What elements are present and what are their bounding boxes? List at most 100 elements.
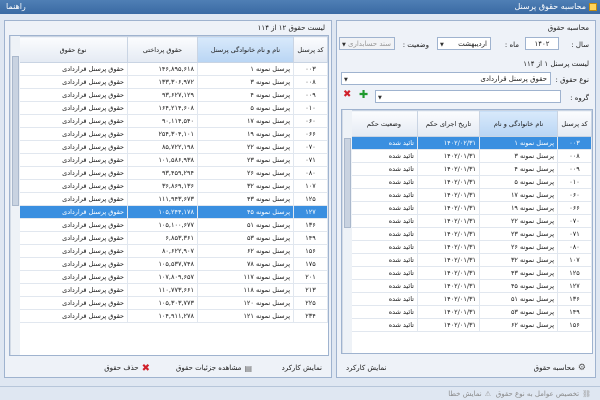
year-input[interactable]: ۱۴۰۲ <box>525 37 559 50</box>
table-row[interactable]: ۱۷۵ پرسنل نمونه ۷۸ ۱۰۵,۵۳۷,۷۴۸ حقوق پرسنل ق… <box>18 257 328 271</box>
table-cell: پرسنل نمونه ۳۲ <box>479 253 558 267</box>
table-row[interactable]: ۱۴۹ پرسنل نمونه ۵۳ ۶,۸۵۳,۳۶۱ حقوق پرسنل قرا… <box>18 231 328 245</box>
table-cell: ۰۸۰ <box>293 166 328 180</box>
table-row[interactable]: ۱۲۵ پرسنل نمونه ۴۳ ۱۱۱,۹۴۳,۶۷۳ حقوق پرسنل ق… <box>18 192 328 206</box>
col-full-name[interactable]: نام خانوادگی و نام <box>479 110 558 137</box>
col-salary-name[interactable]: نام و نام خانوادگی پرسنل <box>197 36 294 63</box>
chevron-down-icon[interactable]: ▼ <box>344 77 348 83</box>
month-select[interactable]: اردیبهشت ▼ <box>437 37 491 50</box>
col-personnel-code[interactable]: کد پرسنل <box>557 110 592 137</box>
show-function-label: نمایش کارکرد <box>281 364 322 372</box>
table-row[interactable]: ۰۷۰ پرسنل نمونه ۲۲ ۱۴۰۲/۰۱/۳۱ تائید شده <box>350 214 592 228</box>
add-icon[interactable]: ✚ <box>359 88 368 101</box>
table-row[interactable]: ۰۶۶ پرسنل نمونه ۱۹ ۱۴۰۲/۰۱/۳۱ تائید شده <box>350 201 592 215</box>
show-error-button[interactable]: ⚠ نمایش خطا <box>445 387 494 400</box>
personnel-scrollbar[interactable] <box>342 110 352 353</box>
table-row[interactable]: ۱۳۶ پرسنل نمونه ۵۱ ۱۴۰۲/۰۱/۳۱ تائید شده <box>350 292 592 306</box>
table-cell: ۰۸۰ <box>557 240 592 254</box>
table-row[interactable]: ۰۶۶ پرسنل نمونه ۱۹ ۲۵۴,۳۰۴,۱۰۱ حقوق پرسنل ق… <box>18 127 328 141</box>
link-icon: ⛓ <box>582 390 591 398</box>
chevron-down-icon[interactable]: ▼ <box>342 42 346 48</box>
table-cell: ۱۴۰۲/۰۱/۳۱ <box>417 292 480 306</box>
table-row[interactable]: ۰۰۳ پرسنل نمونه ۱ ۱۴۰۲/۰۲/۳۱ تائید شده <box>350 136 592 150</box>
chevron-down-icon[interactable]: ▼ <box>378 95 382 101</box>
table-cell: پرسنل نمونه ۵۱ <box>197 218 294 232</box>
table-row[interactable]: ۱۵۶ پرسنل نمونه ۶۲ ۱۴۰۲/۰۱/۳۱ تائید شده <box>350 318 592 332</box>
table-row[interactable]: ۰۷۱ پرسنل نمونه ۲۳ ۱۰۱,۵۸۶,۹۳۸ حقوق پرسنل ق… <box>18 153 328 167</box>
app-icon <box>589 3 597 11</box>
table-cell: ۱۴۰۲/۰۱/۳۱ <box>417 227 480 241</box>
table-cell: ۲۲۵ <box>293 296 328 310</box>
table-row[interactable]: ۰۸۰ پرسنل نمونه ۲۶ ۹۳,۴۵۹,۲۹۴ حقوق پرسنل قر… <box>18 166 328 180</box>
table-row[interactable]: ۰۷۰ پرسنل نمونه ۲۲ ۸۵,۷۲۲,۱۹۸ حقوق پرسنل قر… <box>18 140 328 154</box>
delete-salary-button[interactable]: ✖ حذف حقوق <box>101 361 153 375</box>
table-cell: ۹۳,۴۵۹,۲۹۴ <box>127 166 198 180</box>
table-row[interactable]: ۱۲۷ پرسنل نمونه ۴۵ ۱۴۰۲/۰۱/۳۱ تائید شده <box>350 279 592 293</box>
table-cell: تائید شده <box>350 201 418 215</box>
status-select[interactable]: سند حسابداری ▼ <box>339 37 395 50</box>
table-row[interactable]: ۰۰۹ پرسنل نمونه ۴ ۹۳,۶۲۷,۱۲۹ حقوق پرسنل قرا… <box>18 88 328 102</box>
table-row[interactable]: ۰۰۸ پرسنل نمونه ۳ ۱۴۰۲/۰۱/۳۱ تائید شده <box>350 149 592 163</box>
col-order-status[interactable]: وضعیت حکم <box>350 110 418 137</box>
table-row[interactable]: ۰۰۸ پرسنل نمونه ۳ ۱۳۳,۳۰۶,۹۷۲ حقوق پرسنل قر… <box>18 75 328 89</box>
table-row[interactable]: ۱۴۹ پرسنل نمونه ۵۳ ۱۴۰۲/۰۱/۳۱ تائید شده <box>350 305 592 319</box>
table-cell: ۳۶,۸۶۹,۱۳۶ <box>127 179 198 193</box>
table-cell: تائید شده <box>350 305 418 319</box>
table-row[interactable]: ۰۱۰ پرسنل نمونه ۵ ۱۶۴,۲۱۴,۶۰۸ حقوق پرسنل قر… <box>18 101 328 115</box>
col-order-date[interactable]: تاریخ اجرای حکم <box>417 110 480 137</box>
table-row[interactable]: ۰۷۱ پرسنل نمونه ۲۳ ۱۴۰۲/۰۱/۳۱ تائید شده <box>350 227 592 241</box>
table-cell: ۰۷۱ <box>293 153 328 167</box>
table-row[interactable]: ۱۲۵ پرسنل نمونه ۴۳ ۱۴۰۲/۰۱/۳۱ تائید شده <box>350 266 592 280</box>
table-row[interactable]: ۰۱۰ پرسنل نمونه ۵ ۱۴۰۲/۰۱/۳۱ تائید شده <box>350 175 592 189</box>
scroll-thumb[interactable] <box>12 56 19 206</box>
col-paid-salary[interactable]: حقوق پرداختی <box>127 36 198 63</box>
table-row[interactable]: ۱۵۶ پرسنل نمونه ۶۲ ۸۰,۶۲۲,۹۰۷ حقوق پرسنل قر… <box>18 244 328 258</box>
calc-salary-button[interactable]: ⚙ محاسبه حقوق <box>531 361 589 375</box>
table-row[interactable]: ۰۶۰ پرسنل نمونه ۱۷ ۱۴۰۲/۰۱/۳۱ تائید شده <box>350 188 592 202</box>
show-error-label: نمایش خطا <box>448 390 482 398</box>
table-cell: تائید شده <box>350 136 418 150</box>
chevron-down-icon[interactable]: ▼ <box>440 42 444 48</box>
table-row[interactable]: ۲۲۵ پرسنل نمونه ۱۲۰ ۱۰۵,۳۰۳,۷۷۳ حقوق پرسنل … <box>18 296 328 310</box>
table-cell: ۱۵۶ <box>293 244 328 258</box>
table-cell: ۱۰۷,۸۰۹,۶۵۷ <box>127 270 198 284</box>
table-row[interactable]: ۱۲۷ پرسنل نمونه ۴۵ ۱۰۵,۲۴۴,۱۷۸ حقوق پرسنل ق… <box>18 205 328 219</box>
table-cell: ۰۰۹ <box>293 88 328 102</box>
salary-scrollbar[interactable] <box>10 36 20 355</box>
table-cell: ۱۶۴,۲۱۴,۶۰۸ <box>127 101 198 115</box>
table-cell: ۶,۸۵۳,۳۶۱ <box>127 231 198 245</box>
salary-details-button[interactable]: ▤ مشاهده جزئیات حقوق <box>173 361 255 375</box>
table-row[interactable]: ۲۰۱ پرسنل نمونه ۱۱۷ ۱۰۷,۸۰۹,۶۵۷ حقوق پرسنل … <box>18 270 328 284</box>
table-row[interactable]: ۰۰۳ پرسنل نمونه ۱ ۱۴۶,۸۹۵,۶۱۸ حقوق پرسنل قر… <box>18 62 328 76</box>
table-cell: ۰۰۸ <box>293 75 328 89</box>
table-cell: حقوق پرسنل قراردادی <box>18 192 128 206</box>
table-row[interactable]: ۲۱۳ پرسنل نمونه ۱۱۸ ۱۱۰,۷۷۳,۶۶۱ حقوق پرسنل … <box>18 283 328 297</box>
table-row[interactable]: ۰۶۰ پرسنل نمونه ۱۷ ۹۰,۱۱۴,۵۴۰ حقوق پرسنل قر… <box>18 114 328 128</box>
table-row[interactable]: ۰۰۹ پرسنل نمونه ۴ ۱۴۰۲/۰۱/۳۱ تائید شده <box>350 162 592 176</box>
show-function-button-right[interactable]: نمایش کارکرد <box>279 361 325 375</box>
month-label: ماه : <box>504 41 519 49</box>
salary-type-select[interactable]: حقوق پرسنل قراردادی ▼ <box>341 72 551 85</box>
table-cell: ۱۱۱,۹۴۳,۶۷۳ <box>127 192 198 206</box>
group-select[interactable]: ▼ <box>375 90 561 103</box>
table-row[interactable]: ۱۳۶ پرسنل نمونه ۵۱ ۱۰۵,۱۰۰,۶۷۷ حقوق پرسنل ق… <box>18 218 328 232</box>
table-row[interactable]: ۰۸۰ پرسنل نمونه ۲۶ ۱۴۰۲/۰۱/۳۱ تائید شده <box>350 240 592 254</box>
table-cell: پرسنل نمونه ۴۳ <box>197 192 294 206</box>
table-cell: پرسنل نمونه ۴۳ <box>479 266 558 280</box>
table-cell: ۱۰۷ <box>293 179 328 193</box>
table-cell: ۱۰۵,۱۰۰,۶۷۷ <box>127 218 198 232</box>
table-cell: حقوق پرسنل قراردادی <box>18 62 128 76</box>
table-row[interactable]: ۱۰۷ پرسنل نمونه ۳۲ ۱۴۰۲/۰۱/۳۱ تائید شده <box>350 253 592 267</box>
table-row[interactable]: ۲۳۴ پرسنل نمونه ۱۲۱ ۱۰۴,۹۱۱,۲۷۸ حقوق پرسنل … <box>18 309 328 323</box>
remove-icon[interactable]: ✖ <box>343 89 351 100</box>
show-function-button-left[interactable]: نمایش کارکرد <box>343 361 389 375</box>
help-menu[interactable]: راهنما <box>6 2 26 11</box>
col-salary-type[interactable]: نوع حقوق <box>18 36 128 63</box>
col-salary-code[interactable]: کد پرسنل <box>293 36 328 63</box>
table-row[interactable]: ۱۰۷ پرسنل نمونه ۳۲ ۳۶,۸۶۹,۱۳۶ حقوق پرسنل قر… <box>18 179 328 193</box>
table-cell: پرسنل نمونه ۵۳ <box>479 305 558 319</box>
allocate-factors-button[interactable]: ⛓ تخصیص عوامل به نوع حقوق <box>493 387 594 400</box>
scroll-thumb[interactable] <box>344 138 351 228</box>
document-icon: ▤ <box>244 363 252 373</box>
table-cell: ۸۰,۶۲۲,۹۰۷ <box>127 244 198 258</box>
